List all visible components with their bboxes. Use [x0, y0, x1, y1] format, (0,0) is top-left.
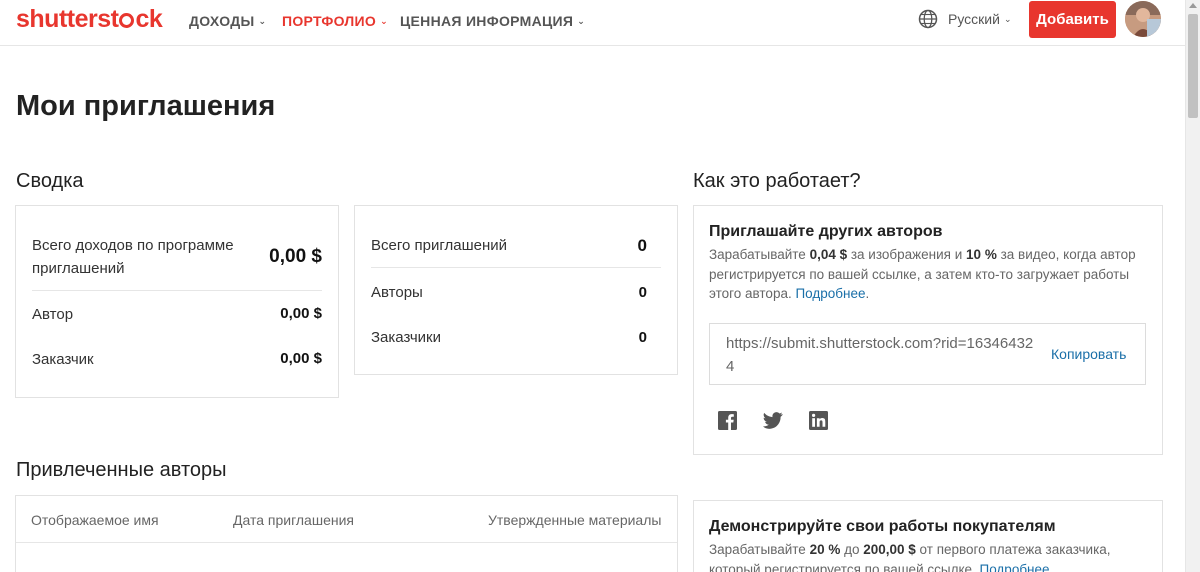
- twitter-icon[interactable]: [762, 411, 783, 435]
- divider: [371, 267, 661, 268]
- add-button[interactable]: Добавить: [1029, 1, 1116, 38]
- chevron-down-icon: ⌄: [380, 16, 388, 26]
- referred-authors-table: [15, 495, 678, 572]
- referred-authors-title: Привлеченные авторы: [16, 459, 227, 481]
- showcase-heading: Демонстрируйте свои работы покупателям: [709, 518, 1056, 535]
- table-header-divider: [16, 542, 677, 543]
- total-earnings-label: Всего доходов по программе приглашений: [32, 237, 234, 277]
- chevron-down-icon: ⌄: [577, 16, 586, 26]
- scroll-up-arrow-icon[interactable]: [1189, 3, 1197, 8]
- shutterstock-logo[interactable]: shutterst ck: [16, 5, 163, 34]
- nav-earnings[interactable]: ДОХОДЫ ⌄: [189, 13, 266, 29]
- summary-title: Сводка: [16, 170, 84, 192]
- language-selector[interactable]: Русский ⌄: [918, 9, 1012, 29]
- customer-earnings-value: 0,00 $: [280, 350, 322, 367]
- total-invites-label: Всего приглашений: [371, 237, 507, 254]
- authors-value: 0: [638, 284, 647, 301]
- total-earnings-value: 0,00 $: [269, 246, 322, 267]
- nav-portfolio[interactable]: ПОРТФОЛИО ⌄: [282, 13, 388, 29]
- total-invites-value: 0: [637, 236, 647, 255]
- chevron-down-icon: ⌄: [1003, 13, 1012, 24]
- authors-label: Авторы: [371, 284, 423, 301]
- invites-summary-card: Всего приглашений 0 Авторы 0 Заказчики 0: [354, 205, 678, 375]
- chevron-down-icon: ⌄: [258, 16, 267, 26]
- author-earnings-value: 0,00 $: [280, 305, 322, 322]
- page-title: Мои приглашения: [16, 90, 276, 122]
- divider: [32, 290, 322, 291]
- invite-authors-description: Зарабатывайте 0,04 $ за изображения и 10…: [709, 247, 1136, 301]
- referral-url[interactable]: https://submit.shutterstock.com?rid=1634…: [726, 332, 1038, 378]
- scroll-thumb[interactable]: [1188, 14, 1198, 118]
- how-it-works-title: Как это работает?: [693, 170, 861, 192]
- linkedin-icon[interactable]: [809, 411, 828, 435]
- invite-authors-heading: Приглашайте других авторов: [709, 223, 943, 240]
- facebook-icon[interactable]: [718, 411, 737, 435]
- nav-valuable-info[interactable]: ЦЕННАЯ ИНФОРМАЦИЯ ⌄: [400, 13, 585, 29]
- customer-earnings-label: Заказчик: [32, 351, 94, 368]
- column-approved-content[interactable]: Утвержденные материалы: [488, 512, 661, 528]
- author-earnings-label: Автор: [32, 306, 74, 323]
- page-scrollbar[interactable]: [1185, 0, 1200, 572]
- top-navigation-bar: shutterst ck ДОХОДЫ ⌄ ПОРТФОЛИО ⌄ ЦЕННАЯ ИН…: [0, 0, 1185, 46]
- customers-value: 0: [638, 329, 647, 346]
- referral-url-box[interactable]: https://submit.shutterstock.com?rid=1634…: [709, 323, 1146, 385]
- avatar[interactable]: [1125, 1, 1161, 37]
- language-label: Русский: [948, 11, 1000, 27]
- earnings-summary-card: Всего доходов по программе приглашений 0…: [15, 205, 339, 398]
- learn-more-link[interactable]: Подробнее: [795, 286, 865, 301]
- globe-icon: [918, 9, 938, 29]
- customers-label: Заказчики: [371, 329, 441, 346]
- column-display-name[interactable]: Отображаемое имя: [31, 512, 159, 528]
- showcase-description: Зарабатывайте 20 % до 200,00 $ от первог…: [709, 540, 1149, 572]
- learn-more-link[interactable]: Подробнее: [980, 562, 1050, 572]
- column-invite-date[interactable]: Дата приглашения: [233, 512, 354, 528]
- copy-link-button[interactable]: Копировать: [1051, 346, 1126, 362]
